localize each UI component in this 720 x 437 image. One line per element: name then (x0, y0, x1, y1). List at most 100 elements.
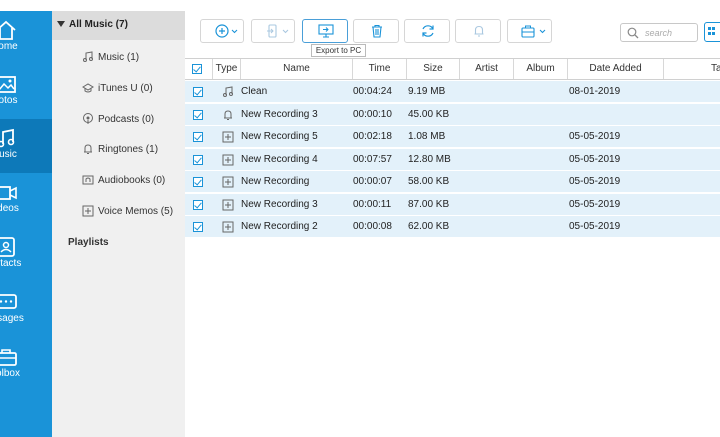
audiobook-icon (82, 175, 94, 185)
bell-icon (84, 144, 92, 154)
refresh-icon (422, 25, 434, 37)
column-album[interactable]: Album (513, 59, 567, 79)
bell-icon (474, 25, 484, 37)
cell-size: 12.80 MB (408, 153, 451, 165)
cell-time: 00:00:07 (353, 176, 392, 187)
nav-item-contacts[interactable]: ntacts (0, 228, 52, 282)
cell-artist (461, 126, 513, 148)
cell-date-added: 05-05-2019 (569, 153, 621, 165)
column-tab[interactable]: Tab (663, 59, 720, 79)
cell-size: 45.00 KB (408, 108, 450, 120)
cell-name: New Recording 5 (241, 131, 318, 142)
all-music-header[interactable]: All Music (7) (52, 11, 185, 40)
column-time[interactable]: Time (352, 59, 406, 79)
search-placeholder: search (645, 28, 673, 38)
voice-memo-icon (222, 199, 234, 210)
nav-top-strip (0, 0, 52, 11)
nav-item-photos[interactable]: otos (0, 65, 52, 119)
ringtone-button[interactable] (455, 19, 501, 43)
collapse-triangle-icon[interactable] (57, 21, 65, 27)
cell-name: New Recording 4 (241, 153, 318, 165)
table-row[interactable]: New Recording 4 00:07:57 12.80 MB 05-05-201… (185, 148, 720, 171)
table-row[interactable]: New Recording 3 00:00:10 45.00 KB (185, 103, 720, 126)
row-checkbox[interactable] (193, 109, 203, 120)
nav-label-contacts: ntacts (0, 258, 22, 269)
column-name[interactable]: Name (240, 59, 352, 79)
cell-album (515, 104, 567, 126)
row-checkbox[interactable] (193, 199, 203, 210)
top-strip (185, 0, 720, 11)
trash-icon (372, 24, 382, 38)
home-icon (0, 20, 16, 40)
cell-time: 00:00:08 (353, 221, 392, 232)
cell-date-added: 08-01-2019 (569, 86, 621, 97)
cell-date-added: 05-05-2019 (569, 221, 621, 232)
cell-name: New Recording 2 (241, 221, 318, 232)
nav-label-music: usic (0, 149, 17, 160)
playlists-heading[interactable]: Playlists (68, 237, 109, 248)
table-row[interactable]: New Recording 2 00:00:08 62.00 KB 05-05-201… (185, 216, 720, 238)
cell-artist (461, 104, 513, 126)
cell-album (515, 194, 567, 216)
nav-label-photos: otos (0, 95, 18, 106)
music-note-icon (223, 86, 233, 97)
itunes-u-icon (82, 83, 94, 93)
cell-artist (461, 149, 513, 171)
table-header: Type Name Time Size Artist Album Date Ad… (185, 58, 720, 80)
column-artist[interactable]: Artist (459, 59, 513, 79)
cell-size: 9.19 MB (408, 86, 446, 97)
add-icon (215, 24, 238, 38)
column-date-added[interactable]: Date Added (567, 59, 663, 79)
column-size[interactable]: Size (406, 59, 459, 79)
voice-memo-icon (222, 154, 234, 165)
row-checkbox[interactable] (193, 132, 203, 142)
refresh-button[interactable] (404, 19, 450, 43)
table-row[interactable]: New Recording 5 00:02:18 1.08 MB 05-05-2019 (185, 126, 720, 148)
nav-item-home[interactable]: ome (0, 11, 52, 65)
row-checkbox[interactable] (193, 154, 203, 165)
delete-button[interactable] (353, 19, 399, 43)
toolbox-button[interactable] (507, 19, 552, 43)
add-button[interactable] (200, 19, 244, 43)
voice-memo-icon (222, 131, 234, 143)
search-box[interactable]: search (620, 23, 698, 42)
cell-name: New Recording (241, 176, 310, 187)
category-label: iTunes U (0) (98, 83, 153, 94)
row-checkbox[interactable] (193, 87, 203, 97)
column-type[interactable]: Type (212, 59, 240, 79)
import-button[interactable] (251, 19, 295, 43)
row-checkbox[interactable] (193, 177, 203, 187)
cell-time: 00:02:18 (353, 131, 392, 142)
cell-time: 00:00:10 (353, 108, 392, 120)
cell-album (515, 171, 567, 193)
table-row[interactable]: Clean 00:04:24 9.19 MB 08-01-2019 (185, 81, 720, 103)
contacts-icon (0, 237, 15, 257)
nav-item-music[interactable]: usic (0, 119, 52, 173)
cell-artist (461, 194, 513, 216)
grid-view-button[interactable] (704, 22, 720, 42)
cell-artist (461, 81, 513, 103)
nav-label-home: ome (0, 41, 18, 52)
voice-memo-icon (222, 176, 234, 188)
select-all-checkbox[interactable] (192, 64, 202, 74)
search-icon (627, 27, 639, 39)
music-note-icon (83, 51, 93, 62)
cell-time: 00:00:11 (353, 198, 392, 210)
category-label: Audiobooks (0) (98, 175, 166, 186)
category-label: Podcasts (0) (98, 114, 155, 125)
select-all-cell[interactable] (185, 59, 212, 79)
nav-item-videos[interactable]: deos (0, 173, 52, 227)
messages-icon (0, 294, 17, 309)
category-label: Music (1) (98, 52, 140, 63)
table-row[interactable]: New Recording 00:00:07 58.00 KB 05-05-2019 (185, 171, 720, 193)
nav-item-toolbox[interactable]: olbox (0, 338, 52, 392)
row-checkbox[interactable] (193, 222, 203, 232)
cell-album (515, 149, 567, 171)
voice-memo-icon (82, 205, 94, 217)
export-to-pc-button[interactable] (302, 19, 348, 43)
cell-size: 62.00 KB (408, 221, 450, 232)
table-row[interactable]: New Recording 3 00:00:11 87.00 KB 05-05-201… (185, 193, 720, 216)
cell-size: 58.00 KB (408, 176, 450, 187)
cell-date-added: 05-05-2019 (569, 198, 621, 210)
nav-item-messages[interactable]: ssages (0, 283, 52, 337)
